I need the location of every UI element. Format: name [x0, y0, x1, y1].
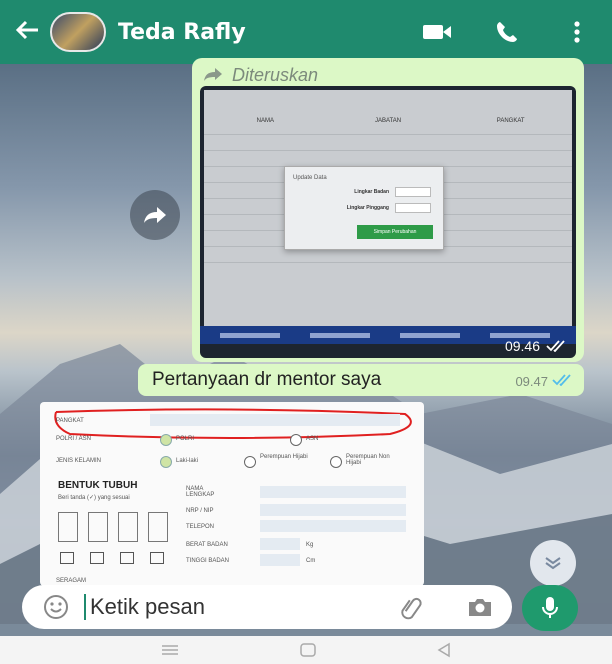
- weight-label: BERAT BADAN: [186, 542, 228, 548]
- photographed-screen: NAMA JABATAN PANGKAT Update Data Lingkar B…: [204, 90, 572, 326]
- forwarded-label: Diteruskan: [204, 64, 578, 86]
- forwarded-photo[interactable]: NAMA JABATAN PANGKAT Update Data Lingkar B…: [200, 86, 576, 358]
- back-arrow-icon[interactable]: [14, 17, 50, 48]
- message-timestamp: 09.47: [515, 374, 548, 389]
- forward-shortcut-button[interactable]: [130, 190, 180, 240]
- forward-icon: [144, 207, 166, 223]
- height-label: TINGGI BADAN: [186, 558, 230, 564]
- dialog-title: Update Data: [293, 175, 327, 181]
- forwarded-timestamp: 09.46: [504, 338, 540, 354]
- opt-male: Laki-laki: [176, 458, 199, 464]
- name-label: NAMA LENGKAP: [186, 486, 215, 498]
- weight-unit: Kg: [306, 542, 314, 548]
- more-vert-icon[interactable]: [542, 21, 612, 43]
- message-text: Pertanyaan dr mentor saya: [152, 369, 382, 390]
- back-nav-icon[interactable]: [436, 642, 452, 658]
- dialog-field-2-label: Lingkar Pinggang: [346, 205, 389, 211]
- message-input-bar: Ketik pesan: [22, 585, 512, 629]
- contact-avatar[interactable]: [50, 12, 106, 52]
- gender-label: JENIS KELAMIN: [56, 458, 102, 464]
- height-unit: Cm: [306, 558, 316, 564]
- phone-label: TELEPON: [186, 524, 215, 530]
- opt-female-nonhijab: Perempuan Non Hijabi: [346, 454, 390, 466]
- message-input[interactable]: Ketik pesan: [84, 594, 392, 620]
- system-nav-bar: [0, 636, 612, 664]
- chat-header: Teda Rafly: [0, 0, 612, 64]
- read-ticks-icon: [552, 374, 571, 386]
- body-note: Beri tanda (✓) yang sesuai: [58, 495, 130, 501]
- scroll-down-button[interactable]: [530, 540, 576, 586]
- polri-asn-label: POLRI / ASN: [56, 436, 92, 442]
- contact-name[interactable]: Teda Rafly: [118, 20, 402, 45]
- read-ticks-icon: [546, 340, 565, 352]
- body-heading: BENTUK TUBUH: [58, 480, 138, 491]
- nrp-label: NRP / NIP: [186, 508, 214, 514]
- mic-button[interactable]: [522, 585, 578, 631]
- update-dialog: Update Data Lingkar Badan Lingkar Pingga…: [284, 166, 444, 250]
- text-message[interactable]: Pertanyaan dr mentor saya 09.47: [138, 364, 584, 396]
- pangkat-label: PANGKAT: [56, 418, 84, 424]
- opt-asn: ASN: [306, 436, 319, 442]
- video-call-icon[interactable]: [402, 23, 472, 41]
- forwarded-text: Diteruskan: [232, 64, 319, 85]
- opt-polri: POLRI: [176, 436, 195, 442]
- form-image[interactable]: PANGKAT POLRI / ASN POLRI ASN JENIS KELA…: [40, 402, 424, 586]
- mic-icon: [542, 597, 558, 618]
- phone-icon[interactable]: [472, 20, 542, 44]
- forwarded-icon: [204, 68, 222, 81]
- seragam-label: SERAGAM: [56, 578, 87, 584]
- dialog-field-1-label: Lingkar Badan: [354, 189, 389, 195]
- dialog-save-button: Simpan Perubahan: [357, 225, 433, 239]
- forwarded-image-message[interactable]: Diteruskan NAMA JABATAN PANGKAT Update Dat…: [192, 58, 584, 362]
- forwarded-time: 09.46: [505, 338, 568, 354]
- double-chevron-down-icon: [545, 557, 561, 570]
- emoji-icon[interactable]: [36, 594, 76, 620]
- home-icon[interactable]: [299, 642, 317, 658]
- attach-icon[interactable]: [392, 594, 432, 620]
- opt-female-hijab: Perempuan Hijabi: [260, 454, 308, 460]
- recents-icon[interactable]: [160, 644, 180, 656]
- table-header: NAMA JABATAN PANGKAT: [256, 118, 525, 124]
- camera-icon[interactable]: [460, 596, 500, 618]
